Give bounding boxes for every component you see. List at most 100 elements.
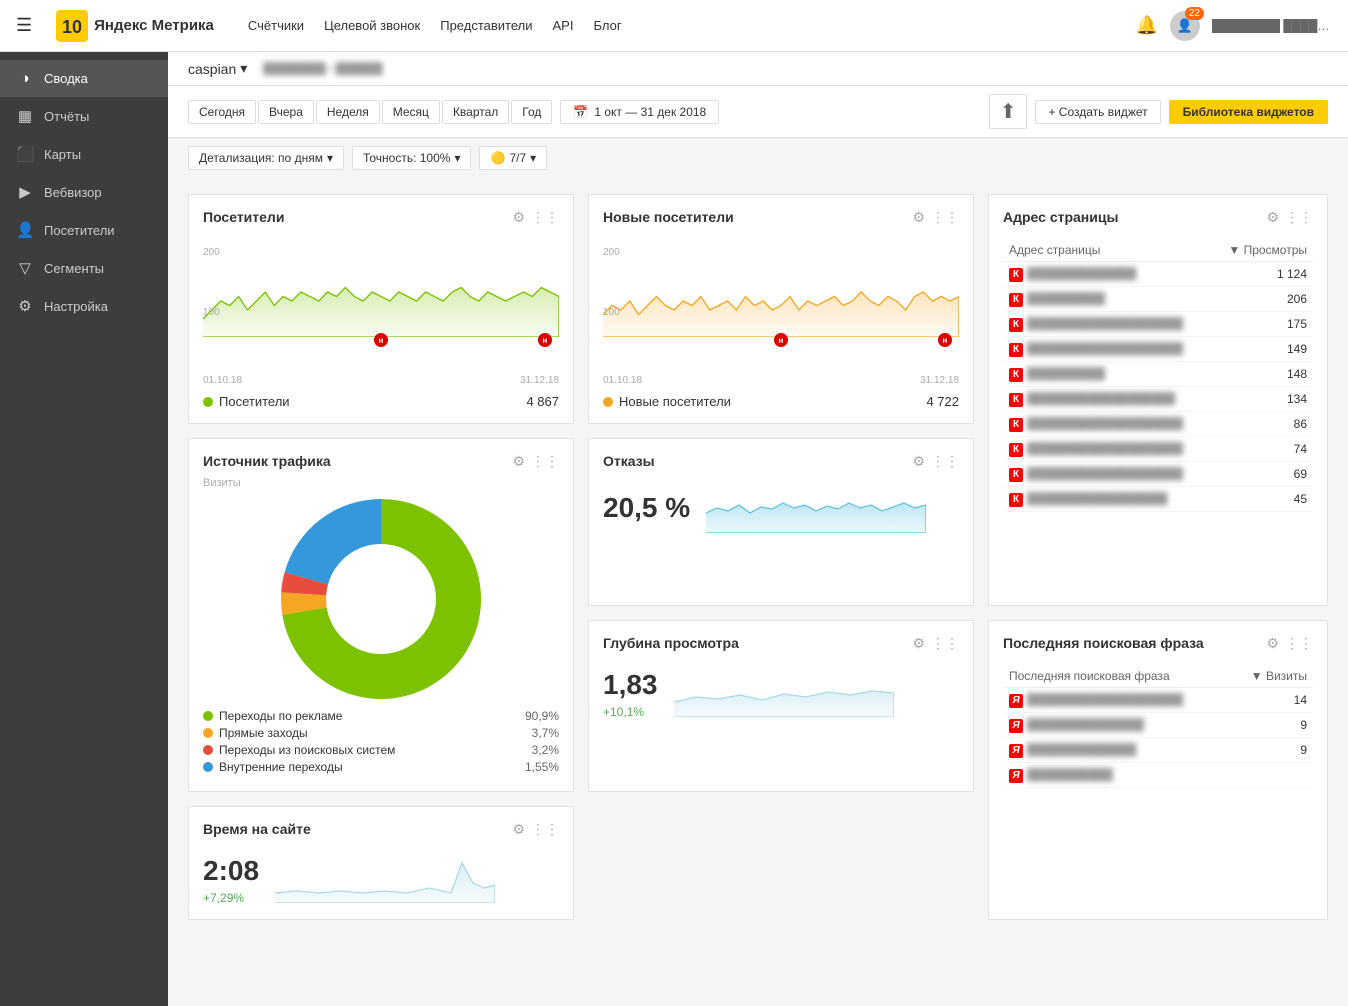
period-today[interactable]: Сегодня	[188, 100, 256, 124]
gear-icon-d[interactable]: ⚙	[912, 635, 925, 652]
page-address-actions[interactable]: ⚙ ⋮⋮	[1266, 209, 1313, 226]
library-button[interactable]: Библиотека виджетов	[1169, 100, 1328, 124]
pa-row6-url[interactable]: К███████████████████	[1003, 387, 1211, 412]
export-button[interactable]: ⬆	[989, 94, 1028, 129]
depth-numbers: 1,83 +10,1%	[603, 665, 658, 719]
chevron-down-icon-segments: ▾	[530, 151, 536, 165]
gear-icon-nv[interactable]: ⚙	[912, 209, 925, 226]
logo[interactable]: 10 Яндекс Метрика	[56, 10, 214, 42]
nv-stat-text: Новые посетители	[619, 394, 731, 409]
search-phrase-actions[interactable]: ⚙ ⋮⋮	[1266, 635, 1313, 652]
grid-icon[interactable]: ⋮⋮	[531, 209, 559, 226]
search-phrase-table: Последняя поисковая фраза ▼ Визиты Я████…	[1003, 665, 1313, 788]
k-icon-3: К	[1009, 318, 1023, 332]
legend-label-2: Переходы из поисковых систем	[219, 743, 526, 757]
sidebar-item-posetiteli[interactable]: 👤 Посетители	[0, 211, 168, 249]
pa-row1-url[interactable]: К██████████████	[1003, 262, 1211, 287]
pa-row8-views: 74	[1211, 437, 1313, 462]
nav-schetchiki[interactable]: Счётчики	[248, 18, 304, 33]
traffic-source-widget: Источник трафика Визиты ⚙ ⋮⋮	[188, 438, 574, 792]
visitors-dot-1: н	[374, 333, 388, 347]
sidebar-item-otchety[interactable]: ▦ Отчёты	[0, 97, 168, 135]
create-widget-button[interactable]: + Создать виджет	[1035, 100, 1160, 124]
sidebar-item-label-segmenty: Сегменты	[44, 261, 104, 276]
nav-api[interactable]: API	[553, 18, 574, 33]
search-phrase-header: Последняя поисковая фраза ⚙ ⋮⋮	[1003, 635, 1313, 659]
grid-icon-sp[interactable]: ⋮⋮	[1285, 635, 1313, 652]
sp-row2-phrase[interactable]: Я███████████████	[1003, 713, 1230, 738]
sidebar-item-karty[interactable]: ⬛ Карты	[0, 135, 168, 173]
legend-label-0: Переходы по рекламе	[219, 709, 519, 723]
pa-row8-url-text: ████████████████████	[1027, 443, 1183, 455]
traffic-source-title: Источник трафика	[203, 453, 331, 469]
otkazy-value: 20,5 %	[603, 492, 690, 524]
pa-row2-views: 206	[1211, 287, 1313, 312]
new-visitors-header: Новые посетители ⚙ ⋮⋮	[603, 209, 959, 233]
pa-row3-url[interactable]: К████████████████████	[1003, 312, 1211, 337]
visitors-stat-text: Посетители	[219, 394, 290, 409]
grid-icon-ot[interactable]: ⋮⋮	[931, 453, 959, 470]
nav-celevoy-zvonok[interactable]: Целевой звонок	[324, 18, 420, 33]
webvisor-icon: ▶	[16, 183, 34, 201]
topnav-right: 🔔 👤 22 ████████ ████████	[1136, 11, 1332, 41]
ya-icon-3: Я	[1009, 744, 1023, 758]
site-selector[interactable]: caspian ▾	[188, 60, 247, 77]
traffic-source-actions[interactable]: ⚙ ⋮⋮	[512, 453, 559, 470]
otkazy-actions[interactable]: ⚙ ⋮⋮	[912, 453, 959, 470]
period-month[interactable]: Месяц	[382, 100, 440, 124]
sp-row4-phrase[interactable]: Я███████████	[1003, 763, 1230, 788]
date-range-button[interactable]: 📅 1 окт — 31 дек 2018	[560, 100, 719, 124]
pa-row8-url[interactable]: К████████████████████	[1003, 437, 1211, 462]
new-visitors-actions[interactable]: ⚙ ⋮⋮	[912, 209, 959, 226]
nav-predstaviteli[interactable]: Представители	[440, 18, 532, 33]
pa-row7-url[interactable]: К████████████████████	[1003, 412, 1211, 437]
pa-row5-url[interactable]: К██████████	[1003, 362, 1211, 387]
sp-row3-phrase[interactable]: Я██████████████	[1003, 738, 1230, 763]
period-week[interactable]: Неделя	[316, 100, 380, 124]
user-name[interactable]: ████████ ████████	[1212, 19, 1332, 33]
pa-row9-url[interactable]: К████████████████████	[1003, 462, 1211, 487]
traffic-source-subtitle: Визиты	[203, 477, 331, 489]
pa-row2-url[interactable]: К██████████	[1003, 287, 1211, 312]
gear-icon-pa[interactable]: ⚙	[1266, 209, 1279, 226]
table-row: К████████████████████ 69	[1003, 462, 1313, 487]
sidebar-item-vebvizor[interactable]: ▶ Вебвизор	[0, 173, 168, 211]
grid-icon-tos[interactable]: ⋮⋮	[531, 821, 559, 838]
sidebar-item-nastroyka[interactable]: ⚙ Настройка	[0, 287, 168, 325]
period-yesterday[interactable]: Вчера	[258, 100, 314, 124]
grid-icon-ts[interactable]: ⋮⋮	[531, 453, 559, 470]
pa-row4-url[interactable]: К████████████████████	[1003, 337, 1211, 362]
period-year[interactable]: Год	[511, 100, 552, 124]
table-row: К████████████████████ 74	[1003, 437, 1313, 462]
time-on-site-actions[interactable]: ⚙ ⋮⋮	[512, 821, 559, 838]
sidebar-item-svodka[interactable]: ◑ Сводка	[0, 60, 168, 97]
detail-dropdown[interactable]: Детализация: по дням ▾	[188, 146, 344, 170]
gear-icon-sp[interactable]: ⚙	[1266, 635, 1279, 652]
period-quarter[interactable]: Квартал	[442, 100, 509, 124]
gear-icon[interactable]: ⚙	[512, 209, 525, 226]
sp-row1-phrase[interactable]: Я████████████████████	[1003, 688, 1230, 713]
hamburger-icon[interactable]: ☰	[16, 15, 32, 36]
accuracy-dropdown[interactable]: Точность: 100% ▾	[352, 146, 472, 170]
pa-row10-url[interactable]: К██████████████████	[1003, 487, 1211, 512]
notification-bell-icon[interactable]: 🔔	[1136, 15, 1158, 36]
maps-icon: ⬛	[16, 145, 34, 163]
gear-icon-ts[interactable]: ⚙	[512, 453, 525, 470]
nav-blog[interactable]: Блог	[593, 18, 621, 33]
pa-row9-views: 69	[1211, 462, 1313, 487]
gear-icon-ot[interactable]: ⚙	[912, 453, 925, 470]
grid-icon-d[interactable]: ⋮⋮	[931, 635, 959, 652]
ya-icon-2: Я	[1009, 719, 1023, 733]
page-address-header: Адрес страницы ⚙ ⋮⋮	[1003, 209, 1313, 233]
k-icon-2: К	[1009, 293, 1023, 307]
visitors-actions[interactable]: ⚙ ⋮⋮	[512, 209, 559, 226]
time-on-site-widget: Время на сайте ⚙ ⋮⋮ 2:08 +7,29%	[188, 806, 574, 920]
grid-icon-pa[interactable]: ⋮⋮	[1285, 209, 1313, 226]
segments-dropdown[interactable]: 🟡 7/7 ▾	[479, 146, 547, 170]
sidebar-item-segmenty[interactable]: ▽ Сегменты	[0, 249, 168, 287]
depth-actions[interactable]: ⚙ ⋮⋮	[912, 635, 959, 652]
gear-icon-tos[interactable]: ⚙	[512, 821, 525, 838]
grid-icon-nv[interactable]: ⋮⋮	[931, 209, 959, 226]
avatar-wrap[interactable]: 👤 22	[1170, 11, 1200, 41]
pa-row7-url-text: ████████████████████	[1027, 418, 1183, 430]
